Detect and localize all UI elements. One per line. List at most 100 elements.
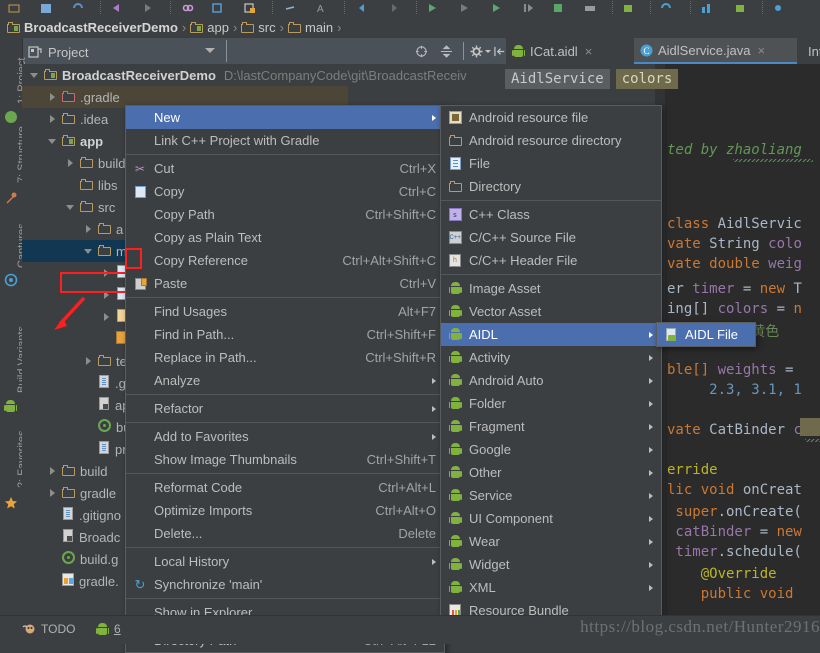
step-over-icon[interactable] bbox=[522, 2, 534, 14]
menu-item-android-resource-file[interactable]: Android resource file bbox=[441, 106, 661, 129]
menu-item-show-image-thumbnails[interactable]: Show Image Thumbnails Ctrl+Shift+T bbox=[126, 448, 444, 471]
back-icon[interactable] bbox=[356, 2, 368, 14]
tree-twisty-closed[interactable] bbox=[48, 488, 59, 499]
tree-twisty-open[interactable] bbox=[48, 136, 59, 147]
menu-item-aidl[interactable]: AIDL bbox=[441, 323, 661, 346]
menu-item-cut[interactable]: ✂ Cut Ctrl+X bbox=[126, 157, 444, 180]
link-icon[interactable] bbox=[182, 2, 194, 14]
avd-manager-icon[interactable] bbox=[552, 2, 564, 14]
target-icon[interactable] bbox=[415, 45, 428, 58]
status-android[interactable]: 6 bbox=[96, 622, 121, 636]
menu-item-vector-asset[interactable]: Vector Asset bbox=[441, 300, 661, 323]
menu-item-find-usages[interactable]: Find Usages Alt+F7 bbox=[126, 300, 444, 323]
menu-item-xml[interactable]: XML bbox=[441, 576, 661, 599]
close-icon[interactable]: × bbox=[585, 45, 593, 58]
menu-item-delete[interactable]: Delete... Delete bbox=[126, 522, 444, 545]
menu-item-activity[interactable]: Activity bbox=[441, 346, 661, 369]
new-submenu[interactable]: Android resource file Android resource di… bbox=[440, 105, 662, 623]
open-file-icon[interactable] bbox=[8, 2, 20, 14]
chevron-down-icon[interactable] bbox=[205, 48, 215, 53]
menu-item-paste[interactable]: Paste Ctrl+V bbox=[126, 272, 444, 295]
menu-item-android-resource-directory[interactable]: Android resource directory bbox=[441, 129, 661, 152]
replace-icon[interactable]: A bbox=[316, 2, 328, 14]
editor-breadcrumb-class[interactable]: AidlService bbox=[505, 69, 610, 89]
menu-item-copy-as-plain-text[interactable]: Copy as Plain Text bbox=[126, 226, 444, 249]
run-icon[interactable] bbox=[426, 2, 438, 14]
run-with-coverage-icon[interactable] bbox=[490, 2, 502, 14]
main-toolbar[interactable]: A bbox=[0, 0, 820, 16]
menu-item-refactor[interactable]: Refactor bbox=[126, 397, 444, 420]
menu-item-reformat-code[interactable]: Reformat Code Ctrl+Alt+L bbox=[126, 476, 444, 499]
tree-twisty-closed[interactable] bbox=[66, 158, 77, 169]
android-device-icon[interactable] bbox=[622, 2, 634, 14]
menu-item-add-to-favorites[interactable]: Add to Favorites bbox=[126, 425, 444, 448]
menu-item-optimize-imports[interactable]: Optimize Imports Ctrl+Alt+O bbox=[126, 499, 444, 522]
menu-item-file[interactable]: File bbox=[441, 152, 661, 175]
tree-row[interactable]: BroadcastReceiverDemo D:\lastCompanyCode\… bbox=[22, 64, 467, 86]
menu-item-copy-reference[interactable]: Copy Reference Ctrl+Alt+Shift+C bbox=[125, 248, 444, 272]
menu-item-analyze[interactable]: Analyze bbox=[126, 369, 444, 392]
menu-item-fragment[interactable]: Fragment bbox=[441, 415, 661, 438]
menu-item-replace-in-path[interactable]: Replace in Path... Ctrl+Shift+R bbox=[126, 346, 444, 369]
tree-twisty-closed[interactable] bbox=[102, 312, 113, 323]
menu-item-synchronize-main[interactable]: ↻ Synchronize 'main' bbox=[126, 573, 444, 596]
forward-icon[interactable] bbox=[388, 2, 400, 14]
menu-item-folder[interactable]: Folder bbox=[441, 392, 661, 415]
find-icon[interactable] bbox=[284, 2, 296, 14]
save-all-icon[interactable] bbox=[40, 2, 52, 14]
undo-icon[interactable] bbox=[110, 2, 122, 14]
tree-twisty-open[interactable] bbox=[30, 70, 41, 81]
tab-aidlservice-java[interactable]: C AidlService.java × bbox=[634, 38, 797, 64]
menu-item-directory[interactable]: Directory bbox=[441, 175, 661, 198]
settings-gear-icon[interactable] bbox=[470, 45, 483, 58]
breadcrumb-item-src[interactable]: src bbox=[238, 16, 278, 38]
sync-icon[interactable] bbox=[72, 2, 84, 14]
menu-item-find-in-path[interactable]: Find in Path... Ctrl+Shift+F bbox=[126, 323, 444, 346]
menu-item-local-history[interactable]: Local History bbox=[126, 550, 444, 573]
help-icon[interactable] bbox=[772, 2, 784, 14]
menu-item-widget[interactable]: Widget bbox=[441, 553, 661, 576]
sync-gradle-icon[interactable] bbox=[660, 2, 672, 14]
menu-item-android-auto[interactable]: Android Auto bbox=[441, 369, 661, 392]
tab-inte[interactable]: C Inte bbox=[797, 38, 820, 64]
paste-icon[interactable] bbox=[244, 2, 256, 14]
copy-icon[interactable] bbox=[212, 2, 224, 14]
tree-twisty-closed[interactable] bbox=[84, 356, 95, 367]
menu-item-c-class[interactable]: s C++ Class bbox=[441, 203, 661, 226]
debug-icon[interactable] bbox=[458, 2, 470, 14]
tree-twisty-closed[interactable] bbox=[48, 114, 59, 125]
redo-icon[interactable] bbox=[142, 2, 154, 14]
menu-item-c-c-header-file[interactable]: h C/C++ Header File bbox=[441, 249, 661, 272]
menu-item-other[interactable]: Other bbox=[441, 461, 661, 484]
tree-twisty-open[interactable] bbox=[66, 202, 77, 213]
close-icon[interactable]: × bbox=[758, 44, 766, 57]
menu-item-copy[interactable]: Copy Ctrl+C bbox=[126, 180, 444, 203]
avd-icon[interactable] bbox=[734, 2, 746, 14]
menu-item-aidl-file[interactable]: AIDL File bbox=[657, 323, 755, 346]
gear-dropdown-icon[interactable] bbox=[485, 50, 491, 53]
menu-item-image-asset[interactable]: Image Asset bbox=[441, 277, 661, 300]
sdk-manager-icon[interactable] bbox=[584, 2, 596, 14]
aidl-submenu[interactable]: AIDL File bbox=[656, 322, 756, 347]
menu-item-google[interactable]: Google bbox=[441, 438, 661, 461]
editor-breadcrumb-field[interactable]: colors bbox=[615, 69, 679, 89]
menu-item-link-c-project-with-gradle[interactable]: Link C++ Project with Gradle bbox=[126, 129, 444, 152]
tree-twisty-closed[interactable] bbox=[48, 92, 59, 103]
collapse-all-icon[interactable] bbox=[440, 45, 453, 58]
menu-item-wear[interactable]: Wear bbox=[441, 530, 661, 553]
project-view-selector[interactable]: Project bbox=[28, 43, 88, 61]
tree-twisty-closed[interactable] bbox=[84, 224, 95, 235]
menu-item-new[interactable]: New bbox=[126, 106, 444, 129]
breadcrumb-item-main[interactable]: main bbox=[285, 16, 336, 38]
status-todo[interactable]: TODO bbox=[22, 622, 75, 636]
menu-item-ui-component[interactable]: UI Component bbox=[441, 507, 661, 530]
tree-twisty-closed[interactable] bbox=[48, 466, 59, 477]
menu-item-copy-path[interactable]: Copy Path Ctrl+Shift+C bbox=[126, 203, 444, 226]
profiler-icon[interactable] bbox=[700, 2, 712, 14]
breadcrumb-item-app[interactable]: app bbox=[187, 16, 232, 38]
tab-icat-aidl[interactable]: ICat.aidl × bbox=[506, 38, 634, 64]
menu-item-service[interactable]: Service bbox=[441, 484, 661, 507]
context-menu[interactable]: New Link C++ Project with Gradle ✂ Cut Ctrl+… bbox=[125, 105, 445, 653]
breadcrumb-item-project[interactable]: BroadcastReceiverDemo bbox=[4, 16, 181, 38]
tree-twisty-open[interactable] bbox=[84, 246, 95, 257]
